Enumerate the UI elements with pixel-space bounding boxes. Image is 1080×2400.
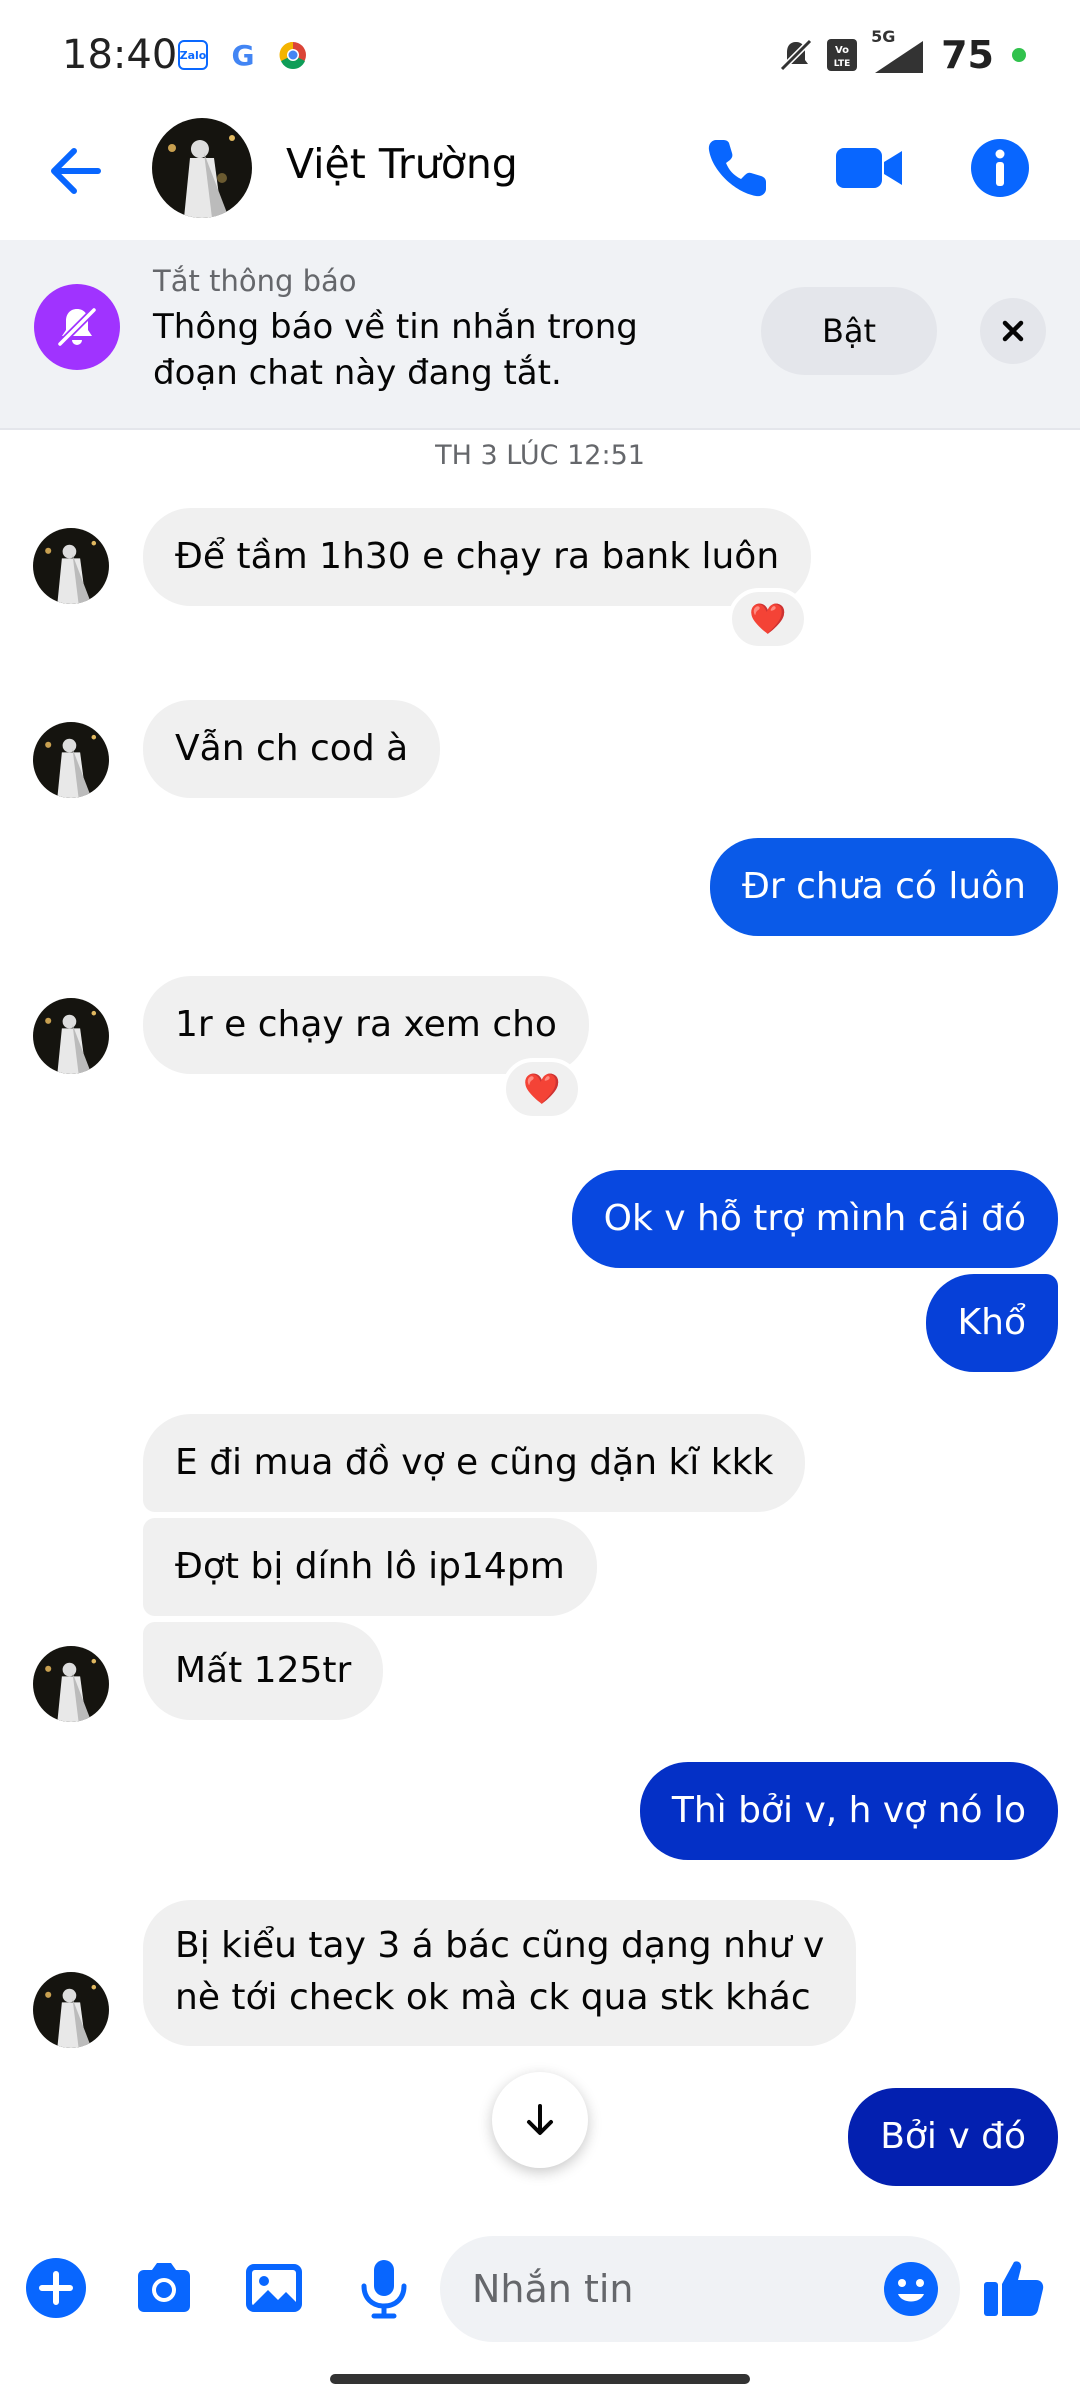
- info-icon: [971, 139, 1029, 197]
- message-composer: [0, 2232, 1080, 2352]
- message-bubble[interactable]: Khổ: [925, 1274, 1058, 1372]
- message-bubble[interactable]: Đợt bị dính lô ip14pm: [143, 1518, 597, 1616]
- message-bubble[interactable]: Bởi v đó: [848, 2088, 1058, 2186]
- mic-icon: [361, 2260, 407, 2319]
- sender-avatar[interactable]: [33, 722, 109, 798]
- message-input-container: [440, 2236, 960, 2342]
- conversation-info-button[interactable]: [962, 130, 1038, 206]
- voice-call-button[interactable]: [700, 130, 776, 206]
- message-bubble[interactable]: Đr chưa có luôn: [710, 838, 1058, 936]
- message-bubble[interactable]: Thì bởi v, h vợ nó lo: [639, 1762, 1058, 1860]
- privacy-dot: [1012, 48, 1026, 62]
- emoji-button[interactable]: [880, 2258, 942, 2320]
- gallery-button[interactable]: [240, 2254, 308, 2322]
- sender-avatar[interactable]: [33, 1972, 109, 2048]
- message-bubble[interactable]: E đi mua đồ vợ e cũng dặn kĩ kkk: [143, 1414, 806, 1512]
- volte-icon: Vo LTE: [827, 39, 858, 71]
- sender-avatar[interactable]: [33, 1646, 109, 1722]
- silent-icon: [779, 38, 813, 72]
- google-icon: G: [231, 38, 255, 72]
- heart-icon: ❤️: [523, 1071, 561, 1107]
- send-like-button[interactable]: [980, 2254, 1048, 2322]
- chat-header: Việt Trường: [0, 110, 1080, 240]
- emoji-icon: [884, 2262, 938, 2316]
- chrome-icon: [278, 40, 308, 70]
- status-icons: Vo LTE 5G 75: [777, 27, 1026, 80]
- svg-text:Vo: Vo: [835, 45, 849, 56]
- status-bar: 18:40 Zalo G Vo LTE 5G 75: [0, 0, 1080, 110]
- sender-avatar[interactable]: [33, 998, 109, 1074]
- message-bubble[interactable]: Ok v hỗ trợ mình cái đó: [571, 1170, 1058, 1268]
- heart-icon: ❤️: [749, 601, 787, 637]
- sender-avatar[interactable]: [33, 528, 109, 604]
- dismiss-banner-button[interactable]: [980, 298, 1046, 364]
- message-input[interactable]: [472, 2236, 852, 2342]
- plus-icon: [26, 2258, 86, 2318]
- banner-title: Tắt thông báo: [153, 264, 357, 298]
- bell-off-icon: [57, 307, 97, 347]
- contact-avatar[interactable]: [152, 118, 252, 218]
- battery-level: 75: [941, 33, 994, 77]
- status-time: 18:40: [62, 32, 178, 78]
- gallery-icon: [246, 2264, 302, 2312]
- back-arrow-icon: [51, 148, 101, 194]
- message-reaction[interactable]: ❤️: [728, 588, 808, 650]
- thumbs-up-icon: [984, 2261, 1044, 2316]
- back-button[interactable]: [40, 135, 112, 207]
- zalo-icon: Zalo: [178, 40, 208, 70]
- contact-name[interactable]: Việt Trường: [286, 140, 518, 188]
- camera-icon: [138, 2263, 190, 2312]
- message-bubble[interactable]: Để tầm 1h30 e chạy ra bank luôn: [143, 508, 812, 606]
- scroll-to-bottom-button[interactable]: [492, 2072, 588, 2168]
- message-bubble[interactable]: Bị kiểu tay 3 á bác cũng dạng như v nè t…: [143, 1900, 857, 2046]
- video-icon: [836, 148, 902, 188]
- message-reaction[interactable]: ❤️: [502, 1058, 582, 1120]
- svg-text:LTE: LTE: [834, 59, 851, 69]
- video-call-button[interactable]: [832, 130, 908, 206]
- turn-on-notifications-button[interactable]: Bật: [761, 287, 937, 375]
- close-icon: [1002, 320, 1024, 342]
- message-line: nè tới check ok mà ck qua stk khác: [175, 1977, 811, 2018]
- signal-icon: 5G: [871, 27, 931, 77]
- arrow-down-icon: [527, 2104, 553, 2135]
- more-actions-button[interactable]: [22, 2254, 90, 2322]
- message-line: Bị kiểu tay 3 á bác cũng dạng như v: [175, 1925, 825, 1966]
- mute-icon-badge: [34, 284, 120, 370]
- banner-text: Thông báo về tin nhắn trong đoạn chat nà…: [153, 307, 638, 393]
- phone-icon: [708, 140, 766, 197]
- message-timestamp: TH 3 LÚC 12:51: [435, 440, 645, 471]
- message-bubble[interactable]: Mất 125tr: [143, 1622, 384, 1720]
- mute-notification-banner: Tắt thông báo Thông báo về tin nhắn tron…: [0, 240, 1080, 430]
- camera-button[interactable]: [130, 2254, 198, 2322]
- voice-message-button[interactable]: [350, 2254, 418, 2322]
- home-indicator[interactable]: [330, 2374, 750, 2384]
- message-bubble[interactable]: Vẫn ch cod à: [143, 700, 441, 798]
